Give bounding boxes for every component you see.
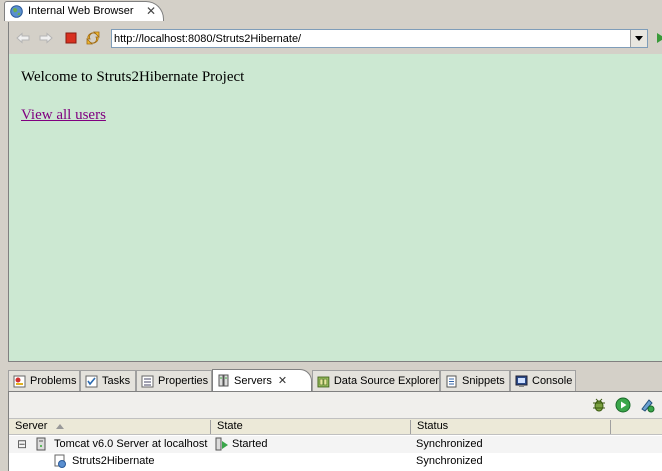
data-source-icon: [317, 376, 330, 387]
go-arrow-icon: [657, 33, 662, 43]
servers-toolbar: [9, 392, 662, 418]
forward-button[interactable]: [38, 30, 54, 46]
tab-label: Properties: [158, 375, 209, 387]
collapse-toggle[interactable]: ⊟: [17, 437, 27, 451]
tab-label: Tasks: [102, 375, 131, 387]
problems-icon: [13, 375, 26, 387]
chevron-down-icon: [635, 36, 643, 41]
welcome-text: Welcome to Struts2Hibernate Project: [21, 69, 245, 85]
sort-ascending-icon: [56, 423, 65, 429]
url-dropdown-button[interactable]: [630, 30, 647, 47]
properties-icon: [141, 375, 154, 387]
back-arrow-icon: [16, 32, 30, 44]
tab-properties[interactable]: Properties: [136, 370, 212, 391]
tab-snippets[interactable]: Snippets: [440, 370, 510, 391]
editor-tab-title: Internal Web Browser: [28, 5, 134, 17]
close-icon[interactable]: ✕: [146, 4, 156, 18]
server-name: Tomcat v6.0 Server at localhost: [54, 438, 208, 450]
back-button[interactable]: [15, 30, 31, 46]
stop-icon: [65, 32, 77, 44]
tomcat-server-icon: [36, 437, 46, 451]
web-module-icon: [54, 454, 66, 468]
server-row[interactable]: ⊟ Tomcat v6.0 Server at localhost Starte…: [9, 436, 662, 453]
column-header-state[interactable]: State: [211, 420, 411, 434]
column-label: State: [217, 420, 243, 432]
server-started-icon: [215, 437, 228, 451]
url-input[interactable]: [114, 31, 624, 46]
browser-toolbar: [8, 22, 662, 54]
go-button[interactable]: [653, 30, 662, 46]
server-status: Synchronized: [416, 438, 483, 450]
tab-label: Snippets: [462, 375, 505, 387]
column-label: Server: [15, 420, 48, 432]
close-icon[interactable]: ✕: [278, 374, 287, 387]
servers-view: Server State Status ⊟ Tomcat v6.0 Server…: [8, 391, 662, 471]
debug-server-icon[interactable]: [591, 397, 607, 413]
tab-data-source-explorer[interactable]: Data Source Explorer: [312, 370, 440, 391]
console-icon: [515, 375, 528, 387]
view-all-users-link[interactable]: View all users: [21, 107, 106, 124]
tab-console[interactable]: Console: [510, 370, 576, 391]
column-header-status[interactable]: Status: [411, 420, 611, 434]
module-name: Struts2Hibernate: [72, 455, 155, 467]
tab-label: Servers: [234, 374, 272, 387]
start-server-icon[interactable]: [615, 397, 631, 413]
editor-tab-strip: Internal Web Browser ✕: [0, 0, 662, 22]
servers-table-header: Server State Status: [9, 418, 662, 435]
module-row[interactable]: Struts2Hibernate Synchronized: [9, 453, 662, 470]
tasks-icon: [85, 375, 98, 387]
profile-server-icon[interactable]: [639, 397, 655, 413]
globe-icon: [10, 5, 23, 18]
forward-arrow-icon: [39, 32, 53, 44]
refresh-button[interactable]: [85, 30, 101, 46]
tab-label: Problems: [30, 375, 77, 387]
server-state: Started: [232, 438, 268, 450]
column-header-server[interactable]: Server: [9, 420, 211, 434]
stop-button[interactable]: [63, 30, 79, 46]
tab-servers[interactable]: Servers ✕: [212, 369, 312, 391]
browser-page: Welcome to Struts2Hibernate Project View…: [8, 54, 662, 362]
servers-icon: [218, 374, 229, 387]
tab-tasks[interactable]: Tasks: [80, 370, 136, 391]
view-tab-strip: Problems Tasks Properties Servers ✕ Data…: [8, 368, 662, 391]
module-status: Synchronized: [416, 455, 483, 467]
internal-web-browser-tab[interactable]: Internal Web Browser ✕: [4, 1, 164, 21]
tab-problems[interactable]: Problems: [8, 370, 80, 391]
refresh-icon: [86, 31, 100, 45]
url-field[interactable]: [111, 29, 648, 48]
column-label: Status: [417, 420, 449, 432]
tab-label: Console: [532, 375, 573, 387]
tab-label: Data Source Explorer: [333, 375, 439, 387]
snippets-icon: [446, 375, 457, 387]
